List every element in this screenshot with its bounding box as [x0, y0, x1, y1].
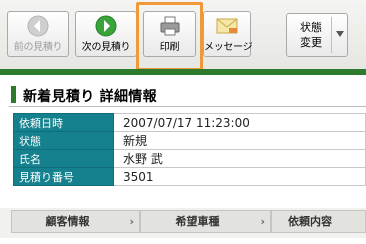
detail-value: 新規: [113, 131, 366, 150]
dropdown-separator: [331, 17, 332, 53]
detail-key: 氏名: [13, 149, 114, 168]
tab-customer-info[interactable]: 顧客情報 ›: [11, 210, 140, 233]
message-label: メッセージ: [204, 42, 253, 53]
status-change-text: 状態 変更: [291, 20, 331, 50]
page-title: 新着見積り 詳細情報: [23, 89, 157, 105]
tab-desired-model[interactable]: 希望車種 ›: [140, 210, 271, 233]
detail-value: 3501: [113, 167, 366, 186]
chevron-right-icon: ›: [260, 215, 265, 228]
table-row: 状態 新規: [13, 131, 366, 150]
envelope-icon: [216, 18, 238, 34]
detail-key: 状態: [13, 131, 114, 150]
status-change-dropdown[interactable]: 状態 変更: [286, 13, 348, 57]
tab-label: 希望車種: [175, 215, 220, 228]
status-line2: 変更: [300, 36, 322, 49]
detail-value: 2007/07/17 11:23:00: [113, 113, 366, 132]
detail-value: 水野 武: [113, 149, 366, 168]
next-quote-label: 次の見積り: [81, 42, 131, 53]
toolbar: 前の見積り 次の見積り 印刷 メッセージ 状態 変更: [0, 0, 366, 71]
chevron-right-icon: ›: [129, 215, 134, 228]
chevron-down-icon[interactable]: [336, 31, 344, 37]
detail-key: 依頼日時: [13, 113, 114, 132]
detail-key: 見積り番号: [13, 167, 114, 186]
status-line1: 状態: [300, 21, 322, 34]
prev-quote-label: 前の見積り: [13, 42, 63, 53]
print-highlight-frame: [136, 2, 203, 71]
table-row: 見積り番号 3501: [13, 167, 366, 186]
tab-label: 顧客情報: [45, 215, 90, 228]
details-table: 依頼日時 2007/07/17 11:23:00 状態 新規 氏名 水野 武 見…: [13, 113, 366, 186]
title-underline: [9, 106, 366, 107]
table-row: 氏名 水野 武: [13, 149, 366, 168]
title-marker: [11, 86, 16, 103]
next-quote-button[interactable]: 次の見積り: [75, 11, 137, 57]
message-button[interactable]: メッセージ: [203, 11, 253, 57]
tab-label: 依頼内容: [288, 215, 332, 228]
content-area: [0, 238, 366, 244]
tab-request-details[interactable]: 依頼内容: [271, 210, 366, 233]
prev-quote-button[interactable]: 前の見積り: [7, 11, 69, 57]
back-arrow-icon: [27, 15, 49, 37]
table-row: 依頼日時 2007/07/17 11:23:00: [13, 113, 366, 132]
forward-arrow-icon: [95, 15, 117, 37]
